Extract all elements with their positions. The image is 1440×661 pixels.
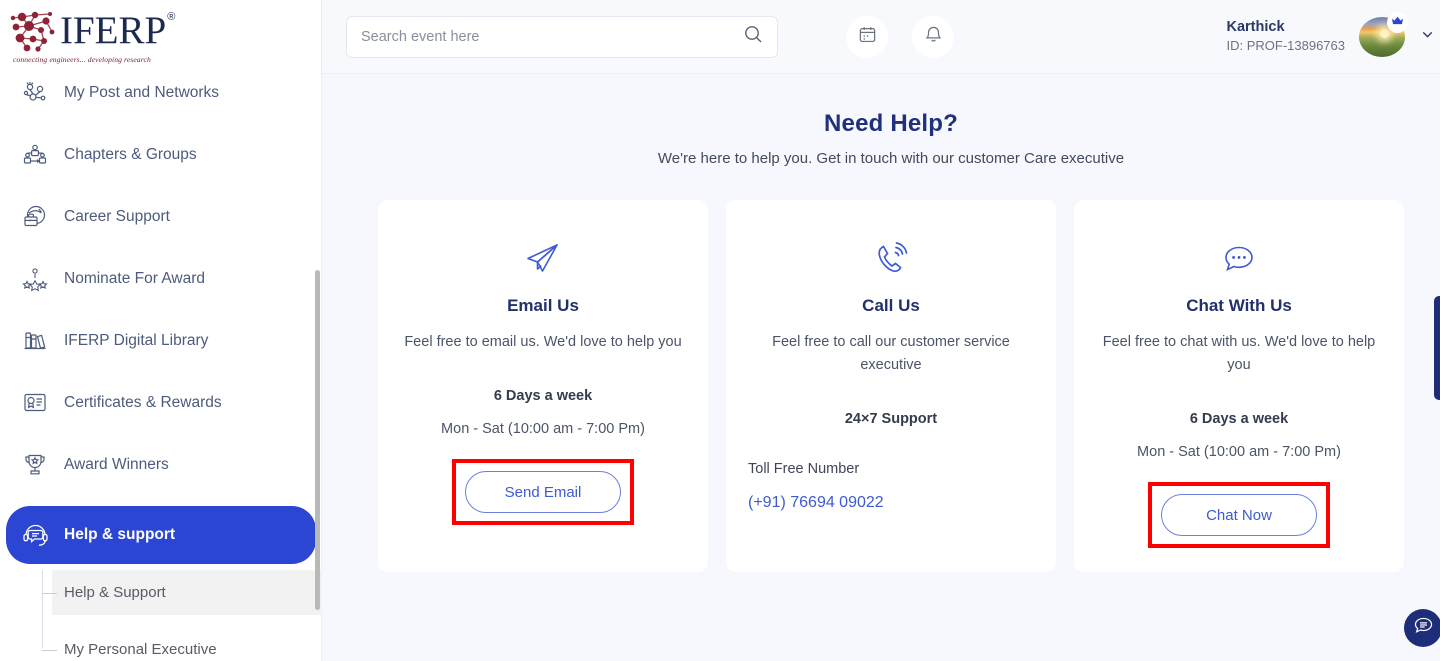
brand-logo[interactable]: IFERP ® connecting engineers... developi… bbox=[0, 0, 322, 72]
sidebar: IFERP ® connecting engineers... developi… bbox=[0, 0, 322, 661]
sidebar-item-label: IFERP Digital Library bbox=[64, 332, 208, 350]
search-bar[interactable] bbox=[346, 16, 778, 58]
certificate-icon bbox=[18, 390, 52, 416]
sidebar-nav: My Post and Networks Chapters & Groups bbox=[0, 72, 322, 661]
search-icon[interactable] bbox=[743, 24, 763, 49]
career-icon bbox=[18, 204, 52, 230]
sidebar-scrollbar[interactable] bbox=[315, 270, 320, 610]
card-availability: 6 Days a week bbox=[1096, 411, 1382, 427]
card-title: Chat With Us bbox=[1096, 296, 1382, 316]
card-availability: 6 Days a week bbox=[400, 388, 686, 404]
sidebar-item-label: Award Winners bbox=[64, 456, 169, 474]
sidebar-subnav: Help & Support My Personal Executive bbox=[0, 570, 322, 661]
calendar-icon bbox=[858, 25, 877, 49]
toll-free-label: Toll Free Number bbox=[748, 461, 1034, 477]
card-timing: Mon - Sat (10:00 am - 7:00 Pm) bbox=[1096, 444, 1382, 460]
avatar[interactable] bbox=[1359, 17, 1405, 57]
sidebar-subitem-label: My Personal Executive bbox=[64, 641, 217, 658]
profile-menu[interactable]: Karthick ID: PROF-13896763 bbox=[1226, 17, 1436, 57]
sidebar-subitem-my-personal-executive[interactable]: My Personal Executive bbox=[0, 627, 322, 661]
chat-now-highlight: Chat Now bbox=[1148, 482, 1330, 548]
sidebar-item-certificates-and-rewards[interactable]: Certificates & Rewards bbox=[6, 382, 316, 424]
registered-mark: ® bbox=[167, 11, 175, 23]
send-email-button[interactable]: Send Email bbox=[465, 471, 621, 513]
sidebar-item-label: Certificates & Rewards bbox=[64, 394, 222, 412]
search-input[interactable] bbox=[361, 29, 743, 45]
profile-text: Karthick ID: PROF-13896763 bbox=[1226, 18, 1345, 55]
feedback-tab[interactable]: Feedback bbox=[1434, 296, 1440, 400]
notifications-button[interactable] bbox=[912, 16, 954, 58]
bell-icon bbox=[924, 25, 943, 49]
sidebar-item-label: Chapters & Groups bbox=[64, 146, 197, 164]
chat-now-button[interactable]: Chat Now bbox=[1161, 494, 1317, 536]
card-title: Call Us bbox=[748, 296, 1034, 316]
main-area: Karthick ID: PROF-13896763 bbox=[322, 0, 1440, 661]
brand-tagline: connecting engineers... developing resea… bbox=[8, 55, 173, 64]
calendar-button[interactable] bbox=[846, 16, 888, 58]
page-subtitle: We're here to help you. Get in touch wit… bbox=[322, 150, 1440, 167]
sidebar-item-label: Help & support bbox=[64, 526, 175, 544]
sidebar-item-label: Nominate For Award bbox=[64, 270, 205, 288]
header-icon-group bbox=[846, 16, 954, 58]
paper-plane-icon bbox=[400, 236, 686, 282]
crown-badge bbox=[1387, 12, 1408, 33]
sidebar-item-help-and-support[interactable]: Help & support bbox=[6, 506, 316, 564]
sidebar-item-award-winners[interactable]: Award Winners bbox=[6, 444, 316, 486]
support-cards: Email Us Feel free to email us. We'd lov… bbox=[322, 167, 1440, 572]
card-title: Email Us bbox=[400, 296, 686, 316]
card-chat-with-us: Chat With Us Feel free to chat with us. … bbox=[1074, 200, 1404, 572]
crown-icon bbox=[1391, 13, 1404, 31]
sidebar-item-career-support[interactable]: Career Support bbox=[6, 196, 316, 238]
iferp-molecule-icon bbox=[8, 8, 60, 54]
page-header: Need Help? We're here to help you. Get i… bbox=[322, 74, 1440, 167]
send-email-highlight: Send Email bbox=[452, 459, 634, 525]
card-email-us: Email Us Feel free to email us. We'd lov… bbox=[378, 200, 708, 572]
page-title: Need Help? bbox=[322, 110, 1440, 138]
chat-bubble-icon bbox=[1096, 236, 1382, 282]
sidebar-item-my-post-and-networks[interactable]: My Post and Networks bbox=[6, 72, 316, 114]
sidebar-item-label: Career Support bbox=[64, 208, 170, 226]
library-icon bbox=[18, 328, 52, 354]
card-description: Feel free to email us. We'd love to help… bbox=[400, 331, 686, 354]
card-description: Feel free to chat with us. We'd love to … bbox=[1096, 331, 1382, 377]
profile-name: Karthick bbox=[1226, 18, 1345, 37]
sidebar-subitem-label: Help & Support bbox=[64, 584, 166, 601]
sidebar-item-chapters-and-groups[interactable]: Chapters & Groups bbox=[6, 134, 316, 176]
chapters-icon bbox=[18, 142, 52, 168]
profile-id: ID: PROF-13896763 bbox=[1226, 37, 1345, 55]
brand-name: IFERP bbox=[60, 11, 166, 51]
headset-chat-icon bbox=[18, 522, 52, 549]
toll-free-number[interactable]: (+91) 76694 09022 bbox=[748, 494, 1034, 512]
page-content: Need Help? We're here to help you. Get i… bbox=[322, 74, 1440, 661]
card-call-us: Call Us Feel free to call our customer s… bbox=[726, 200, 1056, 572]
app-root: IFERP ® connecting engineers... developi… bbox=[0, 0, 1440, 661]
subnav-spacer bbox=[0, 615, 322, 627]
chat-fab-button[interactable] bbox=[1404, 609, 1440, 647]
sidebar-item-label: My Post and Networks bbox=[64, 84, 219, 102]
sidebar-item-nominate-for-award[interactable]: Nominate For Award bbox=[6, 258, 316, 300]
sidebar-subitem-help-and-support[interactable]: Help & Support bbox=[52, 570, 322, 615]
card-timing: Mon - Sat (10:00 am - 7:00 Pm) bbox=[400, 421, 686, 437]
card-description: Feel free to call our customer service e… bbox=[748, 331, 1034, 377]
chat-fab-icon bbox=[1413, 615, 1434, 641]
phone-ring-icon bbox=[748, 236, 1034, 282]
network-icon bbox=[18, 80, 52, 106]
card-availability: 24×7 Support bbox=[748, 411, 1034, 427]
chevron-down-icon[interactable] bbox=[1419, 26, 1436, 48]
sidebar-item-iferp-digital-library[interactable]: IFERP Digital Library bbox=[6, 320, 316, 362]
trophy-icon bbox=[18, 452, 52, 478]
top-header: Karthick ID: PROF-13896763 bbox=[322, 0, 1440, 74]
nominate-icon bbox=[18, 266, 52, 292]
